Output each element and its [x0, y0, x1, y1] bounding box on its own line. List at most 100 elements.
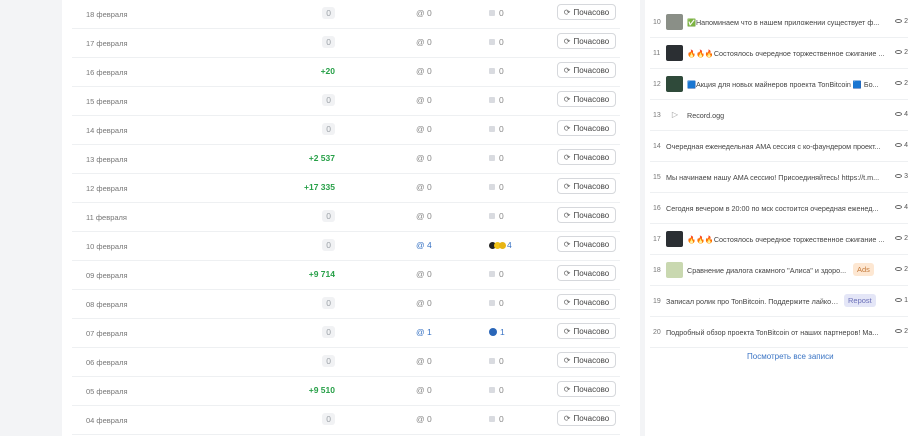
hourly-button[interactable]: ⟳ Почасово	[557, 120, 616, 136]
eye-icon	[895, 329, 903, 333]
hourly-button[interactable]: ⟳ Почасово	[557, 62, 616, 78]
reposts-count: 0	[489, 182, 504, 192]
hourly-button-label: Почасово	[573, 181, 610, 191]
mentions-count[interactable]: @ 1	[416, 327, 432, 337]
mentions-value: 0	[427, 37, 432, 47]
see-all-posts-link[interactable]: Посмотреть все записи	[747, 352, 834, 361]
subscribers-change: 0	[322, 36, 335, 48]
mentions-value: 0	[427, 414, 432, 424]
mentions-count[interactable]: @ 4	[416, 240, 432, 250]
post-item[interactable]: 12 🟦Акция для новых майнеров проекта TonB…	[650, 69, 908, 100]
post-text[interactable]: ✅Напоминаем что в нашем приложении сущес…	[687, 18, 888, 27]
post-number: 13	[653, 112, 661, 119]
hourly-button[interactable]: ⟳ Почасово	[557, 178, 616, 194]
post-views: 2	[895, 18, 908, 25]
post-item[interactable]: 17 🔥🔥🔥Состоялось очередное торжественное …	[650, 224, 908, 255]
repost-icon	[489, 97, 495, 103]
hourly-button[interactable]: ⟳ Почасово	[557, 91, 616, 107]
post-item[interactable]: 13 ▷ Record.ogg 4	[650, 100, 908, 131]
hourly-button-label: Почасово	[573, 268, 610, 278]
refresh-icon: ⟳	[563, 297, 571, 307]
reposts-value: 0	[499, 414, 504, 424]
post-text[interactable]: Сегодня вечером в 20:00 по мск состоится…	[666, 204, 888, 213]
post-text[interactable]: Очередная еженедельная AMA сессия с ко-ф…	[666, 142, 888, 151]
mention-icon: @	[416, 414, 425, 424]
refresh-icon: ⟳	[563, 413, 571, 423]
post-number: 20	[653, 329, 661, 336]
hourly-button[interactable]: ⟳ Почасово	[557, 294, 616, 310]
mention-icon: @	[416, 8, 425, 18]
post-item[interactable]: 20 Подробный обзор проекта TonBitcoin от …	[650, 317, 908, 348]
post-item[interactable]: 19 Записал ролик про TonBitcoin. Поддержи…	[650, 286, 908, 317]
reposts-count[interactable]: 1	[489, 327, 505, 337]
mentions-count: @ 0	[416, 182, 432, 192]
post-text[interactable]: 🔥🔥🔥Состоялось очередное торжественное сж…	[687, 235, 888, 244]
reposts-value: 0	[499, 153, 504, 163]
post-text[interactable]: Record.ogg	[687, 111, 888, 120]
views-value: 3	[904, 173, 908, 180]
mentions-value: 0	[427, 385, 432, 395]
post-text[interactable]: Подробный обзор проекта TonBitcoin от на…	[666, 328, 888, 337]
post-thumbnail	[666, 231, 683, 247]
mentions-count: @ 0	[416, 385, 432, 395]
reposts-value: 1	[500, 327, 505, 337]
stats-date: 15 февраля	[86, 97, 128, 106]
post-item[interactable]: 16 Сегодня вечером в 20:00 по мск состоит…	[650, 193, 908, 224]
mention-icon: @	[416, 95, 425, 105]
mention-icon: @	[416, 182, 425, 192]
stats-date: 10 февраля	[86, 242, 128, 251]
hourly-button[interactable]: ⟳ Почасово	[557, 352, 616, 368]
stats-row: 14 февраля 0 @ 0 0 ⟳ Почасово	[72, 116, 620, 145]
views-value: 4	[904, 142, 908, 149]
post-views: 4	[895, 142, 908, 149]
stats-date: 06 февраля	[86, 358, 128, 367]
post-thumbnail	[666, 45, 683, 61]
post-item[interactable]: 10 ✅Напоминаем что в нашем приложении сущ…	[650, 7, 908, 38]
post-number: 12	[653, 81, 661, 88]
subscribers-change: +20	[320, 66, 335, 76]
hourly-button[interactable]: ⟳ Почасово	[557, 207, 616, 223]
stats-row: 08 февраля 0 @ 0 0 ⟳ Почасово	[72, 290, 620, 319]
mention-icon: @	[416, 298, 425, 308]
stats-date: 07 февраля	[86, 329, 128, 338]
stats-date: 08 февраля	[86, 300, 128, 309]
post-text[interactable]: Сравнение диалога скамного "Алиса" и здо…	[687, 266, 849, 275]
post-item[interactable]: 18 Сравнение диалога скамного "Алиса" и з…	[650, 255, 908, 286]
subscribers-change: 0	[322, 239, 335, 251]
refresh-icon: ⟳	[563, 239, 571, 249]
mentions-count: @ 0	[416, 153, 432, 163]
hourly-button[interactable]: ⟳ Почасово	[557, 33, 616, 49]
post-text[interactable]: 🔥🔥🔥Состоялось очередное торжественное сж…	[687, 49, 888, 58]
repost-icon	[489, 184, 495, 190]
eye-icon	[895, 236, 903, 240]
post-views: 2	[895, 49, 908, 56]
hourly-button[interactable]: ⟳ Почасово	[557, 236, 616, 252]
stats-row: 16 февраля +20 @ 0 0 ⟳ Почасово	[72, 58, 620, 87]
hourly-button[interactable]: ⟳ Почасово	[557, 323, 616, 339]
hourly-button[interactable]: ⟳ Почасово	[557, 410, 616, 426]
eye-icon	[895, 50, 903, 54]
stats-date: 17 февраля	[86, 39, 128, 48]
hourly-button[interactable]: ⟳ Почасово	[557, 265, 616, 281]
repost-icon	[489, 387, 495, 393]
post-tag-repost: Repost	[844, 294, 876, 307]
post-text[interactable]: Мы начинаем нашу AMA сессию! Присоединяй…	[666, 173, 888, 182]
subscribers-change: +2 537	[308, 153, 335, 163]
hourly-button-label: Почасово	[573, 210, 610, 220]
post-views: 2	[895, 235, 908, 242]
repost-icon	[489, 68, 495, 74]
post-item[interactable]: 11 🔥🔥🔥Состоялось очередное торжественное …	[650, 38, 908, 69]
hourly-button[interactable]: ⟳ Почасово	[557, 381, 616, 397]
channel-avatars-icon	[489, 241, 506, 251]
post-item[interactable]: 14 Очередная еженедельная AMA сессия с ко…	[650, 131, 908, 162]
hourly-button[interactable]: ⟳ Почасово	[557, 4, 616, 20]
post-item[interactable]: 15 Мы начинаем нашу AMA сессию! Присоедин…	[650, 162, 908, 193]
post-text[interactable]: 🟦Акция для новых майнеров проекта TonBit…	[687, 80, 888, 89]
mentions-value: 0	[427, 8, 432, 18]
subscribers-change: 0	[322, 326, 335, 338]
eye-icon	[895, 298, 903, 302]
post-text[interactable]: Записал ролик про TonBitcoin. Поддержите…	[666, 297, 840, 306]
hourly-button[interactable]: ⟳ Почасово	[557, 149, 616, 165]
reposts-count[interactable]: 4	[489, 240, 512, 251]
repost-icon	[489, 39, 495, 45]
